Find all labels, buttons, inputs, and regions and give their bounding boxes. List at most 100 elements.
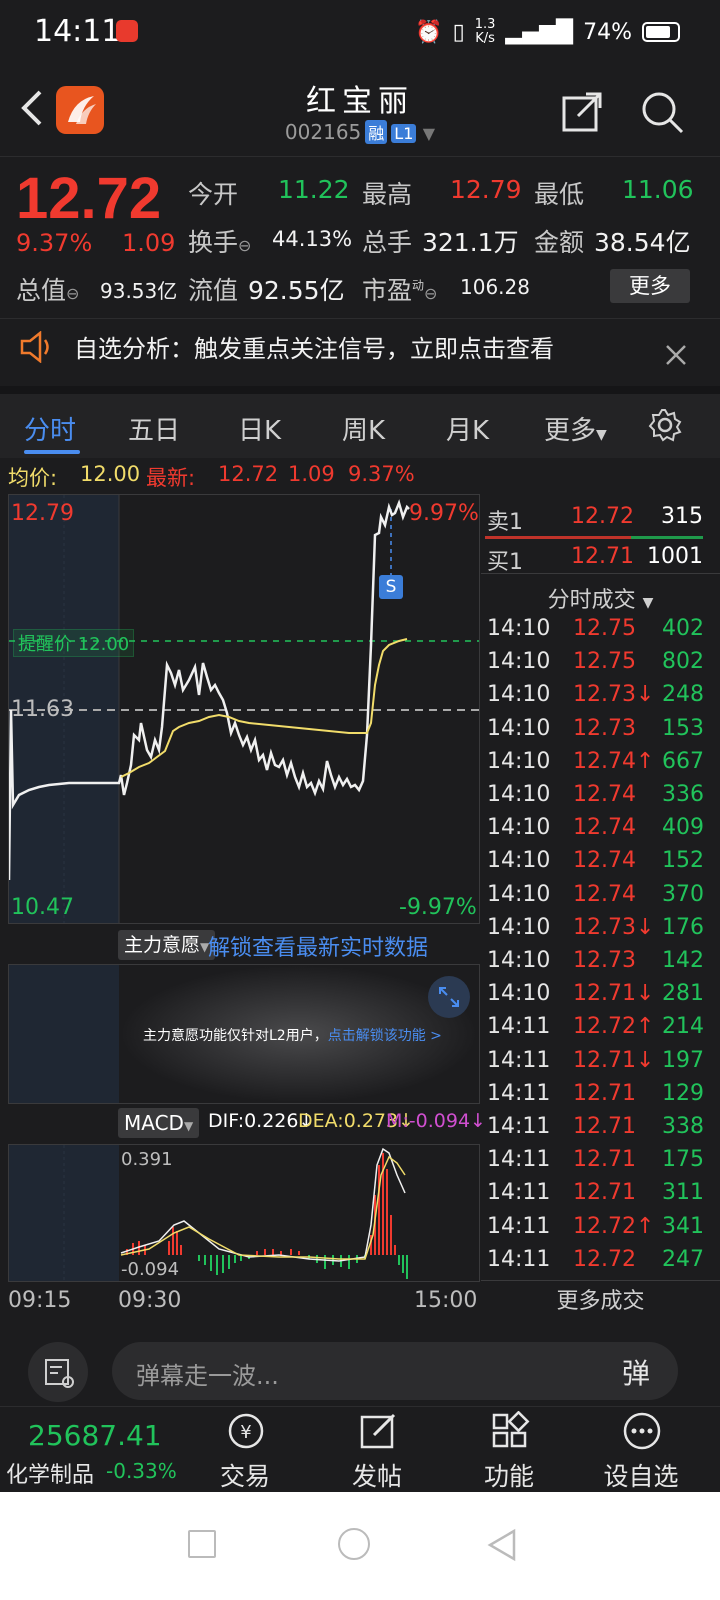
average-price-line: 均价: 12.00 最新: 12.72 1.09 9.37% [0,458,720,492]
mainforce-dropdown[interactable]: 主力意愿▼ [118,930,216,960]
search-icon[interactable] [640,90,684,134]
sell-marker[interactable]: S [379,575,403,599]
tick-volume: 402 [662,616,704,641]
tick-row: 14:11 12.71 175 [481,1147,720,1180]
tick-row: 14:11 12.71 338 [481,1114,720,1147]
ticks-title[interactable]: 分时成交 ▼ [481,582,720,614]
recent-apps-icon[interactable] [188,1530,216,1558]
mktcap-label[interactable]: 总值⊖ [16,271,79,307]
macd-m: M:-0.094↓ [386,1110,486,1132]
tick-time: 14:11 [487,1180,551,1206]
stock-code-line[interactable]: 002165 融 L1 ▼ [0,120,720,144]
tick-row: 14:10 12.71↓ 281 [481,981,720,1014]
reminder-price-tag[interactable]: 提醒价 12.00 [13,629,135,657]
analysis-alert-bar[interactable]: 自选分析：触发重点关注信号，立即点击查看 [0,318,720,384]
pct-high-label: 9.97% [409,501,479,526]
tick-price: 12.71 [573,1114,636,1139]
alert-text: 自选分析：触发重点关注信号，立即点击查看 [74,335,554,363]
tick-volume: 129 [662,1080,704,1106]
intraday-chart[interactable]: 12.79 9.97% 11.63 提醒价 12.00 S 10.47 -9.9… [8,494,480,924]
tick-price: 12.73↓ [573,914,655,940]
tick-price: 12.74 [573,782,636,807]
tab-monthly-k[interactable]: 月K [446,410,489,447]
tick-row: 14:10 12.74 409 [481,815,720,848]
chevron-down-icon: ▼ [183,1119,194,1133]
more-quote-button[interactable]: 更多 [610,269,690,303]
macd-chart[interactable]: 0.391 -0.094 [8,1144,480,1282]
tick-row: 14:11 12.71 129 [481,1081,720,1114]
turnover-label[interactable]: 换手⊖ [188,223,251,259]
margin-tag: 融 [365,120,388,144]
index-ticker[interactable]: 25687.41 化学制品 -0.33% [6,1419,196,1489]
tick-row: 14:10 12.73 142 [481,948,720,981]
info-icon: ⊖ [238,236,252,255]
tick-price: 12.72↑ [573,1213,655,1239]
tab-weekly-k[interactable]: 周K [342,410,385,447]
macd-y-low: -0.094 [121,1259,180,1280]
tab-daily-k[interactable]: 日K [238,410,281,447]
tick-row: 14:10 12.74↑ 667 [481,749,720,782]
alarm-icon: ⏰ [415,19,443,45]
expand-icon[interactable] [427,975,471,1019]
tick-volume: 338 [662,1114,704,1139]
info-icon: ⊖ [66,284,80,303]
comment-bar: 弹幕走一波... 弹 [0,1322,720,1406]
post-button[interactable]: 发帖 [322,1407,432,1493]
tick-price: 12.74 [573,815,636,841]
tab-5day[interactable]: 五日 [128,410,180,447]
functions-button[interactable]: 功能 [454,1407,564,1493]
tick-volume: 802 [662,649,704,675]
watchlist-button[interactable]: 设自选 [586,1407,696,1493]
low-value: 11.06 [622,175,694,204]
macd-dropdown[interactable]: MACD▼ [118,1108,200,1138]
tick-row: 14:10 12.74 370 [481,882,720,915]
share-icon[interactable] [560,90,604,134]
amount-value: 38.54亿 [594,228,691,257]
close-icon[interactable] [664,343,688,367]
float-label: 流值 [188,276,239,305]
home-icon[interactable] [338,1528,370,1560]
gear-icon[interactable] [648,408,682,442]
tick-time: 14:10 [487,981,551,1007]
tick-price: 12.73 [573,948,636,973]
buy1-price: 12.71 [571,544,634,569]
tick-price: 12.71 [573,1147,636,1173]
open-value: 11.22 [278,175,350,204]
tick-time: 14:10 [487,948,551,973]
more-trades-button[interactable]: 更多成交 [481,1280,720,1322]
info-icon: ⊖ [424,284,438,303]
tick-time: 14:10 [487,616,551,641]
current-price: 12.72 [16,166,162,231]
battery-percent: 74% [583,19,632,45]
tick-volume: 214 [662,1014,704,1040]
sell1-label: 卖1 [487,510,523,535]
time-axis-close: 15:00 [414,1288,478,1313]
open-label: 今开 [188,180,239,209]
tick-row: 14:10 12.75 402 [481,616,720,649]
tick-time: 14:10 [487,881,551,907]
vibrate-icon: ▯ [452,19,465,45]
intraday-svg [9,495,479,923]
tick-volume: 667 [662,748,704,774]
pe-label[interactable]: 市盈动⊖ [362,271,437,307]
quote-panel: 12.72 9.37% 1.09 今开 11.22 最高 12.79 最低 11… [0,156,720,316]
back-nav-icon[interactable] [486,1528,518,1562]
trade-button[interactable]: ¥ 交易 [190,1407,300,1493]
tick-row: 14:10 12.73↓ 176 [481,915,720,948]
tab-more[interactable]: 更多▼ [544,410,607,447]
tick-volume: 152 [662,848,704,874]
y-high-label: 12.79 [11,501,74,526]
tick-time: 14:10 [487,748,551,774]
tick-time: 14:10 [487,848,551,874]
danmaku-toggle-icon[interactable]: 弹 [622,1352,650,1392]
notes-icon[interactable] [28,1342,88,1402]
sell-bar [485,536,631,539]
danmaku-input[interactable]: 弹幕走一波... 弹 [112,1342,678,1400]
unlock-link[interactable]: 解锁查看最新实时数据 [208,930,428,962]
tab-intraday[interactable]: 分时 [24,410,76,447]
chart-tabs: 分时 五日 日K 周K 月K 更多▼ [0,386,720,458]
last-pct: 9.37% [348,462,415,486]
l2-unlock-link[interactable]: 点击解锁该功能 > [328,1028,442,1044]
tick-price: 12.74 [573,848,636,874]
change-percent: 9.37% [16,229,93,257]
